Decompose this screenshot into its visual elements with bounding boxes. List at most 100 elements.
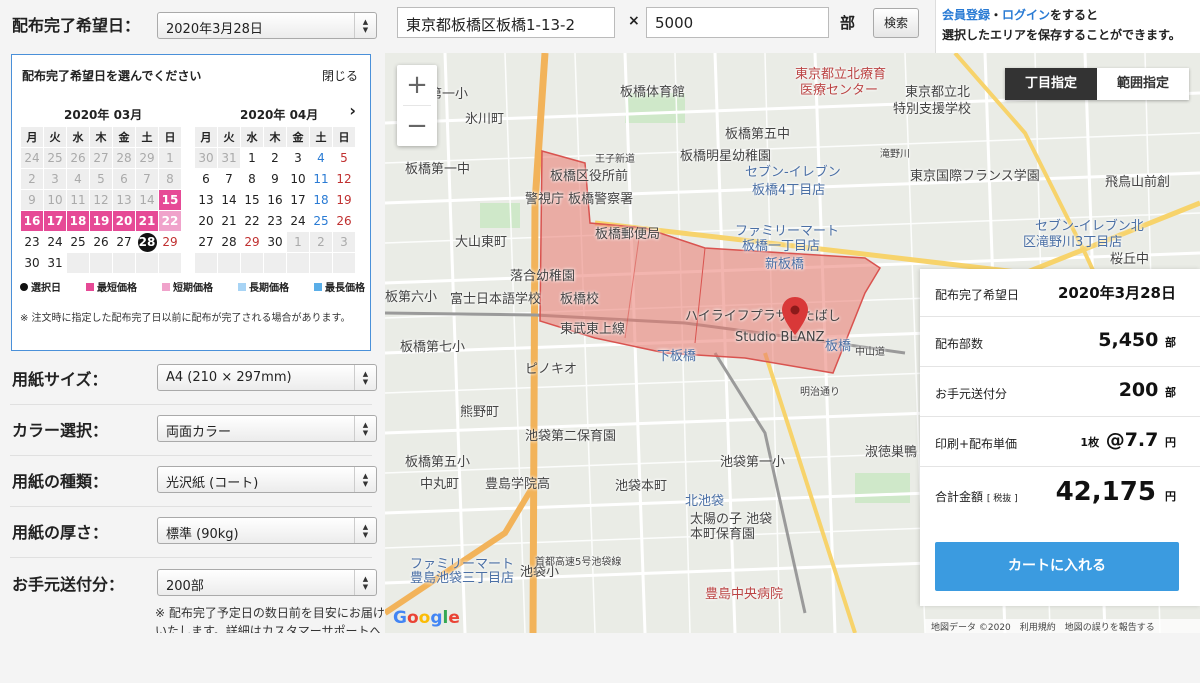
weekday-cell: 木 [263, 126, 287, 148]
calendar-day[interactable]: 14 [217, 189, 241, 211]
calendar-day[interactable]: 20 [194, 210, 218, 232]
calendar-day[interactable]: 10 [286, 168, 310, 190]
calendar-day[interactable]: 7 [217, 168, 241, 190]
member-notice: 会員登録・ログインをすると 選択したエリアを保存することができます。 [935, 0, 1200, 53]
calendar-day[interactable]: 23 [263, 210, 287, 232]
summary-count-value: 5,450 部 [1098, 329, 1176, 351]
weekday-cell: 月 [20, 126, 44, 148]
summary-total-value: 42,175 円 [1056, 477, 1176, 507]
order-summary: 配布完了希望日 2020年3月28日 配布部数 5,450 部 お手元送付分 2… [920, 269, 1200, 606]
count-unit: 部 [1165, 336, 1176, 349]
map-place-label: 富士日本語学校 [450, 292, 542, 307]
chevron-right-icon[interactable]: › [349, 101, 356, 120]
calendar-day[interactable]: 21 [217, 210, 241, 232]
calendar-day[interactable]: 30 [263, 231, 287, 253]
calendar-day[interactable]: 25 [309, 210, 333, 232]
calendar-day: 7 [135, 168, 159, 190]
quantity-input[interactable]: 5000 [646, 7, 829, 38]
calendar-day[interactable]: 18 [66, 210, 90, 232]
add-to-cart-button[interactable]: カートに入れる [935, 542, 1179, 591]
paper-type-select[interactable]: 光沢紙 (コート) ▲ ▼ [157, 466, 377, 493]
calendar-day[interactable]: 2 [263, 147, 287, 169]
date-select[interactable]: 2020年3月28日 ▲ ▼ [157, 12, 377, 39]
calendar-day[interactable]: 13 [194, 189, 218, 211]
weekday-cell: 日 [332, 126, 356, 148]
calendar-day [263, 252, 287, 274]
calendar-heading: 配布完了希望日を選んでください [22, 69, 202, 83]
calendar-day[interactable]: 24 [43, 231, 67, 253]
map-place-label: 東京国際フランス学園 [910, 169, 1040, 184]
calendar-day-selected[interactable]: 28 [135, 231, 159, 253]
calendar-day[interactable]: 15 [158, 189, 182, 211]
color-label: カラー選択： [12, 421, 109, 440]
thickness-select[interactable]: 標準 (90kg) ▲ ▼ [157, 517, 377, 544]
calendar-close-button[interactable]: 閉じる [322, 67, 358, 84]
calendar-day[interactable]: 4 [309, 147, 333, 169]
calendar-day [240, 252, 264, 274]
calendar-day[interactable]: 27 [194, 231, 218, 253]
calendar-day[interactable]: 25 [66, 231, 90, 253]
weekday-header: 月火水木金土日 [194, 126, 356, 148]
shipping-select[interactable]: 200部 ▲ ▼ [157, 569, 377, 596]
select-arrows-icon: ▲ ▼ [354, 365, 376, 390]
calendar-day[interactable]: 23 [20, 231, 44, 253]
calendar-day[interactable]: 18 [309, 189, 333, 211]
calendar-day[interactable]: 26 [89, 231, 113, 253]
paper-type-label: 用紙の種類： [12, 472, 109, 491]
calendar-day[interactable]: 19 [332, 189, 356, 211]
mode-chome-button[interactable]: 丁目指定 [1005, 68, 1097, 100]
color-select[interactable]: 両面カラー ▲ ▼ [157, 415, 377, 442]
map-pin-icon[interactable] [782, 297, 808, 335]
calendar-day[interactable]: 27 [112, 231, 136, 253]
calendar-day[interactable]: 17 [43, 210, 67, 232]
calendar-day[interactable]: 22 [158, 210, 182, 232]
calendar-day[interactable]: 20 [112, 210, 136, 232]
calendar-day[interactable]: 16 [263, 189, 287, 211]
calendar-day[interactable]: 31 [43, 252, 67, 274]
map-place-label: 板橋第五中 [725, 127, 791, 142]
map-place-label: 豊島学院高 [485, 477, 551, 492]
calendar-day [135, 252, 159, 274]
calendar-day[interactable]: 17 [286, 189, 310, 211]
calendar-day[interactable]: 1 [240, 147, 264, 169]
address-input[interactable]: 東京都板橋区板橋1-13-2 [397, 7, 615, 38]
tax-note: [ 税抜 ] [986, 494, 1018, 504]
zoom-in-button[interactable]: + [397, 65, 437, 105]
calendar-day[interactable]: 21 [135, 210, 159, 232]
calendar-day[interactable]: 16 [20, 210, 44, 232]
divider [10, 455, 372, 456]
calendar-day: 11 [66, 189, 90, 211]
login-link[interactable]: ログイン [1002, 8, 1050, 22]
calendar-day[interactable]: 29 [158, 231, 182, 253]
map-attribution[interactable]: 地図データ ©2020 利用規約 地図の誤りを報告する [925, 619, 1200, 633]
paper-size-select[interactable]: A4 (210 × 297mm) ▲ ▼ [157, 364, 377, 391]
calendar-day[interactable]: 26 [332, 210, 356, 232]
mode-range-button[interactable]: 範囲指定 [1097, 68, 1189, 100]
calendar-day[interactable]: 15 [240, 189, 264, 211]
search-button[interactable]: 検索 [873, 8, 919, 38]
calendar-day[interactable]: 3 [286, 147, 310, 169]
calendar-day[interactable]: 22 [240, 210, 264, 232]
calendar-day: 28 [112, 147, 136, 169]
calendar-day[interactable]: 29 [240, 231, 264, 253]
calendar-day[interactable]: 8 [240, 168, 264, 190]
calendar-day: 10 [43, 189, 67, 211]
calendar-day: 25 [43, 147, 67, 169]
member-text: をすると [1050, 8, 1099, 22]
calendar-day[interactable]: 24 [286, 210, 310, 232]
calendar-day[interactable]: 5 [332, 147, 356, 169]
calendar-day[interactable]: 28 [217, 231, 241, 253]
map-place-label: 板橋第七小 [400, 340, 466, 355]
calendar-day[interactable]: 6 [194, 168, 218, 190]
register-link[interactable]: 会員登録 [942, 8, 990, 22]
legend-longest: 最長価格 [314, 279, 365, 294]
zoom-out-button[interactable]: − [397, 106, 437, 146]
calendar-day[interactable]: 19 [89, 210, 113, 232]
calendar-day[interactable]: 12 [332, 168, 356, 190]
calendar-day[interactable]: 30 [20, 252, 44, 274]
calendar-day[interactable]: 11 [309, 168, 333, 190]
calendar-day[interactable]: 9 [263, 168, 287, 190]
map-place-label: 医療センター [800, 83, 879, 98]
map-place-label: 板橋 [825, 339, 852, 354]
shipping-value: 200部 [166, 579, 204, 594]
